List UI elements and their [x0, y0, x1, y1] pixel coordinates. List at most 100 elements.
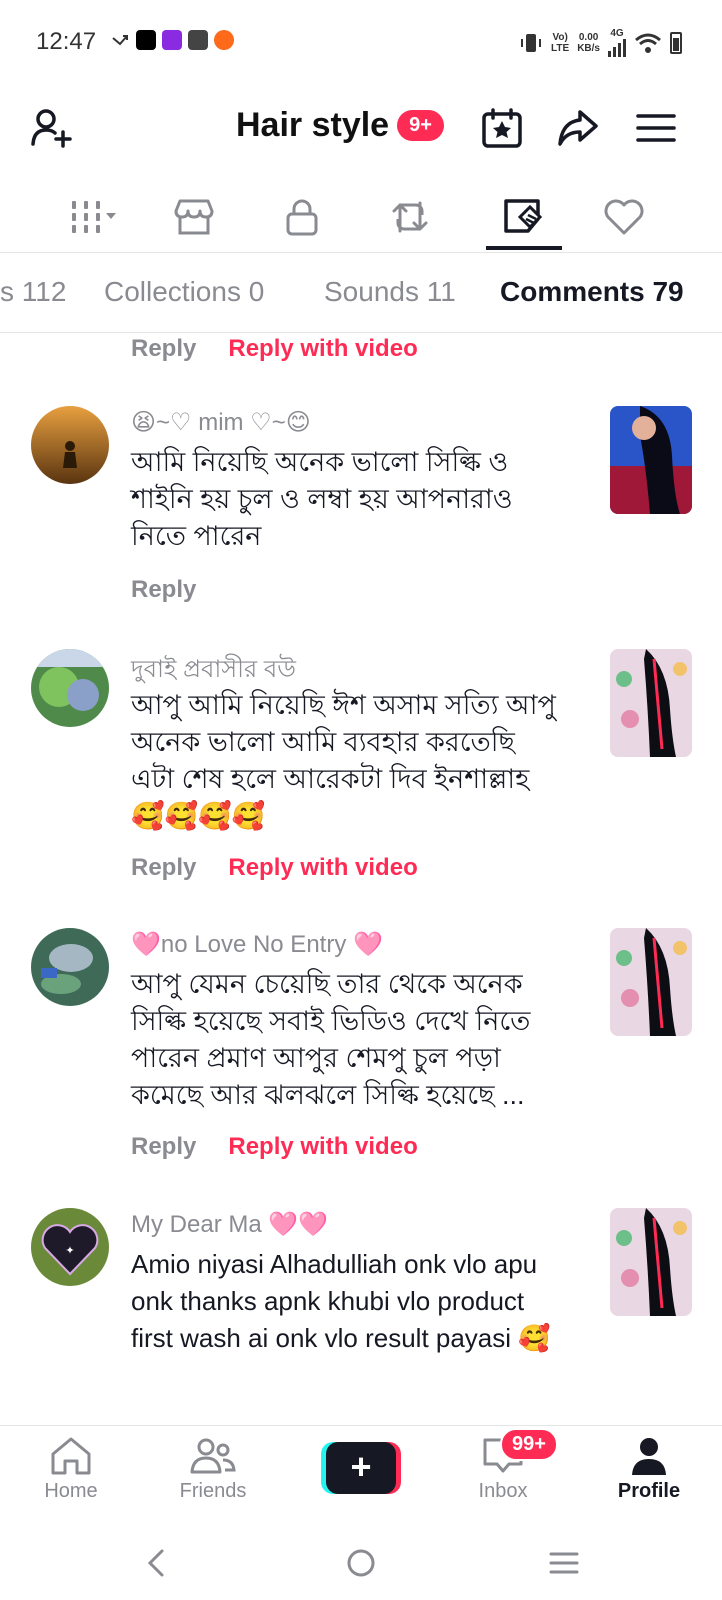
comment-item: দুবাই প্রবাসীর বউ আপু আমি নিয়েছি ঈশ অসা… — [0, 649, 722, 919]
comment-username[interactable]: 😫~♡ mim ♡~😊 — [131, 408, 311, 437]
nav-inbox-label: Inbox — [478, 1480, 528, 1502]
thumbnail-image — [610, 406, 692, 514]
notification-icons — [110, 30, 234, 50]
plus-icon: + — [326, 1442, 396, 1494]
shop-icon — [174, 199, 214, 235]
tab-sounds[interactable]: Sounds 11 — [324, 276, 456, 308]
video-thumbnail[interactable] — [610, 1208, 692, 1316]
video-thumbnail[interactable] — [610, 928, 692, 1036]
avatar[interactable] — [31, 406, 109, 484]
nav-home-label: Home — [44, 1480, 98, 1502]
calendar-star-icon — [482, 108, 522, 148]
home-icon — [51, 1437, 91, 1475]
title-group[interactable]: Hair style 9+ — [236, 106, 444, 145]
tab-reposts[interactable] — [372, 182, 448, 252]
reply-with-video-button[interactable]: Reply with video — [228, 335, 417, 363]
missed-call-icon — [112, 35, 128, 46]
tab-shop[interactable] — [156, 182, 232, 252]
app-icon-orange — [214, 30, 234, 50]
tab-comments-video[interactable] — [486, 182, 562, 252]
svg-text:✦: ✦ — [65, 1244, 74, 1257]
tab-collections[interactable]: Collections 0 — [104, 276, 264, 308]
signal-group: 4G — [608, 28, 626, 57]
content-icon-tabs — [0, 182, 722, 252]
status-time: 12:47 — [36, 28, 97, 55]
share-button[interactable] — [554, 104, 602, 152]
nav-home[interactable]: Home — [16, 1436, 126, 1516]
comment-text: আপু আমি নিয়েছি ঈশ অসাম সত্যি আপু অনেক ভ… — [131, 690, 556, 831]
reply-actions: Reply — [131, 576, 196, 604]
avatar[interactable]: ✦ — [31, 1208, 109, 1286]
wifi-icon — [635, 33, 661, 53]
avatar-image: ✦ — [31, 1208, 109, 1286]
avatar[interactable] — [31, 649, 109, 727]
create-post-button[interactable]: + — [321, 1442, 401, 1494]
avatar-image — [31, 649, 109, 727]
reply-with-video-button[interactable]: Reply with video — [228, 854, 417, 882]
thumbnail-image — [610, 1208, 692, 1316]
comment-username[interactable]: 🩷no Love No Entry 🩷 — [131, 930, 383, 959]
repost-icon — [392, 201, 428, 233]
tab-private[interactable] — [264, 182, 340, 252]
reply-button[interactable]: Reply — [131, 335, 196, 363]
profile-icon — [632, 1438, 666, 1475]
friends-icon — [190, 1438, 236, 1474]
nav-profile[interactable]: Profile — [594, 1436, 704, 1516]
vibrate-icon — [521, 33, 542, 52]
menu-button[interactable] — [632, 104, 680, 152]
home-circle-icon — [347, 1549, 375, 1577]
active-tab-indicator — [486, 246, 562, 250]
comment-username[interactable]: দুবাই প্রবাসীর বউ — [131, 651, 296, 691]
signal-bars-icon — [608, 39, 626, 57]
reply-actions: Reply Reply with video — [131, 335, 418, 363]
status-indicators: Vo) LTE 0.00 KB/s 4G — [519, 28, 682, 57]
battery-icon — [670, 31, 682, 54]
profile-header: Hair style 9+ — [0, 92, 722, 164]
thumbnail-image — [610, 649, 692, 757]
tab-posts[interactable]: s 112 — [0, 276, 66, 308]
avatar-image — [31, 928, 109, 1006]
comment-item: ✦ My Dear Ma 🩷🩷 Amio niyasi Alhadulliah … — [0, 1208, 722, 1423]
inbox-badge: 99+ — [500, 1428, 558, 1461]
avatar-image — [31, 406, 109, 484]
system-back-button[interactable] — [132, 1539, 180, 1587]
favorites-calendar-button[interactable] — [478, 104, 526, 152]
video-thumbnail[interactable] — [610, 406, 692, 514]
comment-item: 😫~♡ mim ♡~😊 আমি নিয়েছি অনেক ভালো সিল্কি… — [0, 406, 722, 636]
nav-friends[interactable]: Friends — [158, 1436, 268, 1516]
status-bar: 12:47 Vo) LTE 0.00 KB/s 4G — [0, 0, 722, 84]
bottom-navigation: Home Friends + Inbox 99+ Profile — [0, 1425, 722, 1521]
reply-button[interactable]: Reply — [131, 576, 196, 604]
avatar[interactable] — [31, 928, 109, 1006]
comment-video-icon — [504, 199, 543, 233]
comment-text: আমি নিয়েছি অনেক ভালো সিল্কি ও শাইনি হয়… — [131, 447, 513, 551]
share-arrow-icon — [558, 110, 598, 146]
divider — [0, 252, 722, 253]
reply-button[interactable]: Reply — [131, 854, 196, 882]
system-recents-button[interactable] — [540, 1539, 588, 1587]
comments-list: Reply Reply with video 😫~♡ mim ♡~😊 আমি ন… — [0, 333, 722, 1423]
page-title: Hair style — [236, 106, 390, 144]
title-badge: 9+ — [397, 110, 444, 141]
reply-button[interactable]: Reply — [131, 1133, 196, 1161]
video-thumbnail[interactable] — [610, 649, 692, 757]
reply-actions: Reply Reply with video — [131, 854, 418, 882]
app-icon-purple — [162, 30, 182, 50]
comment-text: আপু যেমন চেয়েছি তার থেকে অনেক সিল্কি হয… — [131, 969, 531, 1110]
comment-item: 🩷no Love No Entry 🩷 আপু যেমন চেয়েছি তার… — [0, 928, 722, 1198]
system-navigation-bar — [0, 1521, 722, 1600]
heart-icon — [604, 199, 644, 235]
comment-username[interactable]: My Dear Ma 🩷🩷 — [131, 1210, 328, 1239]
tiktok-app-icon — [136, 30, 156, 50]
reply-actions: Reply Reply with video — [131, 1133, 418, 1161]
add-friend-button[interactable] — [28, 104, 76, 152]
tab-liked[interactable] — [586, 182, 662, 252]
tab-comments[interactable]: Comments 79 — [500, 276, 684, 308]
system-home-button[interactable] — [337, 1539, 385, 1587]
recents-menu-icon — [549, 1552, 579, 1574]
tab-videos-grid[interactable] — [52, 182, 128, 252]
comment-text: Amio niyasi Alhadulliah onk vlo apu onk … — [131, 1249, 551, 1353]
reply-with-video-button[interactable]: Reply with video — [228, 1133, 417, 1161]
nav-friends-label: Friends — [179, 1480, 247, 1502]
back-chevron-icon — [147, 1549, 164, 1577]
